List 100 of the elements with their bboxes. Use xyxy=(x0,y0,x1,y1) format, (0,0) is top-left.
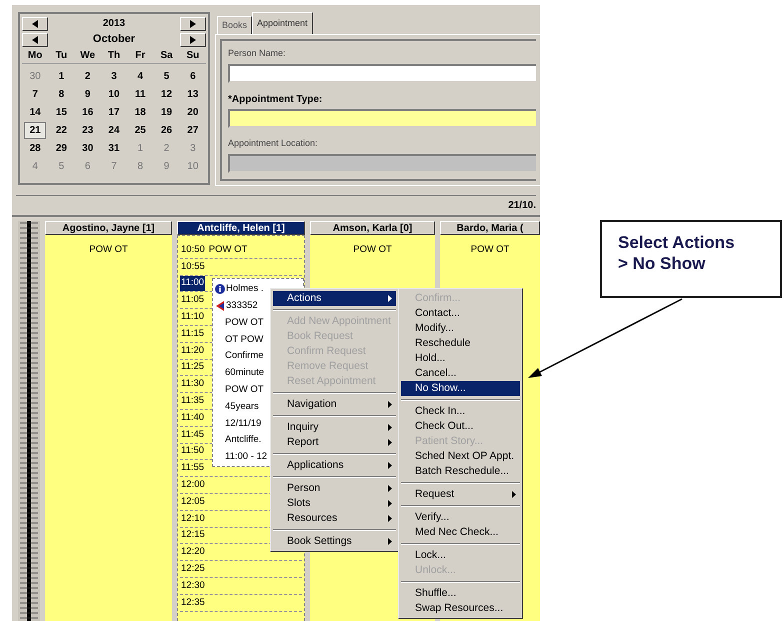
calendar-day[interactable]: 7 xyxy=(24,86,46,102)
slot-time[interactable]: 11:10 xyxy=(180,310,206,324)
slot-time[interactable]: 12:15 xyxy=(180,528,206,543)
menu-item[interactable]: No Show... xyxy=(401,381,520,396)
menu-item[interactable]: Slots xyxy=(273,496,396,511)
slot-time[interactable]: 12:00 xyxy=(180,478,206,492)
menu-item[interactable]: Cancel... xyxy=(401,366,520,381)
calendar-day[interactable]: 8 xyxy=(50,86,72,102)
weekday-label: Th xyxy=(106,48,122,62)
menu-item[interactable]: Modify... xyxy=(401,321,520,336)
weekday-label: Tu xyxy=(54,48,68,62)
calendar-day[interactable]: 5 xyxy=(156,68,178,84)
slot-time[interactable]: 12:10 xyxy=(180,512,206,526)
slot-time[interactable]: 11:00 xyxy=(180,276,206,291)
tab[interactable]: Books xyxy=(217,16,252,34)
calendar-day[interactable]: 2 xyxy=(76,68,99,84)
menu-item[interactable]: Navigation xyxy=(273,397,396,412)
menu-item[interactable]: Lock... xyxy=(401,548,520,563)
calendar-day[interactable]: 4 xyxy=(129,68,152,84)
slot-time[interactable]: 11:45 xyxy=(180,428,206,442)
input-field[interactable] xyxy=(228,64,536,83)
calendar-day[interactable]: 18 xyxy=(129,104,152,120)
menu-item[interactable]: Shuffle... xyxy=(401,586,520,601)
calendar-day[interactable]: 31 xyxy=(102,140,125,156)
menu-item[interactable]: Book Settings xyxy=(273,534,396,549)
calendar-day[interactable]: 24 xyxy=(102,122,125,138)
appointment-detail: 12/11/19 xyxy=(224,416,262,431)
menu-item[interactable]: Inquiry xyxy=(273,420,396,435)
menu-item[interactable]: Report xyxy=(273,435,396,450)
menu-item[interactable]: Hold... xyxy=(401,351,520,366)
calendar-day[interactable]: 22 xyxy=(50,122,72,138)
slot-time[interactable]: 12:30 xyxy=(180,578,206,593)
menu-item[interactable]: Sched Next OP Appt. xyxy=(401,449,520,464)
calendar-day[interactable]: 23 xyxy=(76,122,99,138)
slot-time[interactable]: 11:35 xyxy=(180,394,206,408)
next-month-button[interactable] xyxy=(180,32,206,46)
column-header[interactable]: Antcliffe, Helen [1] xyxy=(177,221,305,235)
slot-label: POW OT xyxy=(208,242,248,257)
menu-item[interactable]: Check In... xyxy=(401,404,520,419)
slot-time[interactable]: 11:40 xyxy=(180,410,206,425)
calendar-day[interactable]: 21 xyxy=(24,122,46,138)
calendar-day[interactable]: 30 xyxy=(76,140,99,156)
slot-time[interactable]: 11:50 xyxy=(180,444,206,459)
slot-time[interactable]: 12:25 xyxy=(180,562,206,576)
calendar-day[interactable]: 10 xyxy=(102,86,125,102)
calendar-day[interactable]: 9 xyxy=(76,86,99,102)
slot-time[interactable]: 11:20 xyxy=(180,344,206,358)
slot-time[interactable]: 12:05 xyxy=(180,494,206,509)
slot-time[interactable]: 11:15 xyxy=(180,326,206,341)
menu-item[interactable]: Reschedule xyxy=(401,336,520,351)
menu-item[interactable]: Swap Resources... xyxy=(401,601,520,616)
slot-time[interactable]: 10:50 xyxy=(180,242,206,258)
calendar-day[interactable]: 27 xyxy=(182,122,204,138)
menu-item[interactable]: Med Nec Check... xyxy=(401,525,520,540)
menu-item[interactable]: Verify... xyxy=(401,510,520,525)
calendar-day[interactable]: 1 xyxy=(50,68,72,84)
calendar-day[interactable]: 15 xyxy=(50,104,72,120)
slot-time[interactable]: 11:05 xyxy=(180,293,206,308)
calendar-day[interactable]: 3 xyxy=(102,68,125,84)
calendar-day[interactable]: 12 xyxy=(156,86,178,102)
calendar-day[interactable]: 28 xyxy=(24,140,46,156)
calendar-day[interactable]: 19 xyxy=(156,104,178,120)
menu-item[interactable]: Resources xyxy=(273,511,396,526)
column-header[interactable]: Agostino, Jayne [1] xyxy=(45,221,172,235)
menu-item[interactable]: Actions xyxy=(273,291,396,306)
slot-time[interactable]: 12:20 xyxy=(180,545,206,560)
menu-item[interactable]: Check Out... xyxy=(401,419,520,434)
column-header[interactable]: Amson, Karla [0] xyxy=(310,221,435,235)
calendar-day[interactable]: 29 xyxy=(50,140,72,156)
submenu-arrow-icon xyxy=(388,515,392,522)
slot-time[interactable]: 11:25 xyxy=(180,360,206,375)
calendar-day[interactable]: 13 xyxy=(182,86,204,102)
calendar-day[interactable]: 16 xyxy=(76,104,99,120)
appointment-detail: 333352 xyxy=(226,299,258,314)
tab[interactable]: Appointment xyxy=(252,12,313,34)
calendar-day[interactable]: 26 xyxy=(156,122,178,138)
slot-time[interactable]: 11:30 xyxy=(180,377,206,392)
weekday-label: Sa xyxy=(159,48,174,62)
calendar-day[interactable]: 11 xyxy=(129,86,152,102)
slot-time[interactable]: 10:55 xyxy=(180,260,206,274)
calendar-day[interactable]: 20 xyxy=(182,104,204,120)
menu-item[interactable]: Batch Reschedule... xyxy=(401,464,520,479)
appointment-detail: OT POW xyxy=(224,332,264,347)
calendar-day[interactable]: 25 xyxy=(129,122,152,138)
weekday-label: Su xyxy=(185,48,200,62)
menu-item[interactable]: Applications xyxy=(273,458,396,473)
calendar-day[interactable]: 17 xyxy=(102,104,125,120)
next-year-button[interactable] xyxy=(180,16,206,30)
menu-item[interactable]: Person xyxy=(273,481,396,496)
menu-item[interactable]: Request xyxy=(401,487,520,502)
input-field[interactable] xyxy=(228,109,536,128)
calendar-day[interactable]: 14 xyxy=(24,104,46,120)
menu-item[interactable]: Contact... xyxy=(401,306,520,321)
previous-year-button[interactable] xyxy=(22,16,48,30)
column-header[interactable]: Bardo, Maria ( xyxy=(440,221,540,235)
slot-time[interactable]: 11:55 xyxy=(180,461,206,476)
appointment-detail: Confirme xyxy=(224,349,264,364)
previous-month-button[interactable] xyxy=(22,32,48,46)
calendar-day[interactable]: 6 xyxy=(182,68,204,84)
slot-time[interactable]: 12:35 xyxy=(180,596,206,610)
